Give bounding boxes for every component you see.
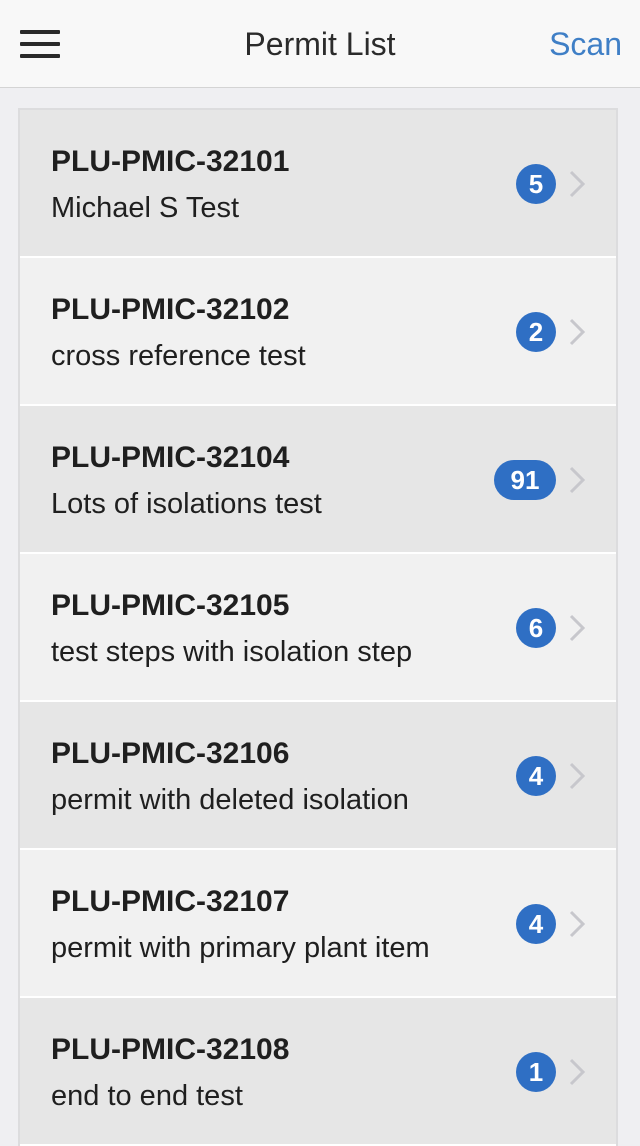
count-badge: 6 (516, 608, 556, 648)
chevron-right-icon (569, 762, 586, 790)
permit-id: PLU-PMIC-32106 (51, 737, 290, 770)
permit-row[interactable]: PLU-PMIC-32108 end to end test 1 (20, 998, 616, 1146)
count-badge: 4 (516, 756, 556, 796)
permit-description: cross reference test (51, 340, 306, 372)
permit-id: PLU-PMIC-32108 (51, 1033, 290, 1066)
nav-bar: Permit List Scan (0, 0, 640, 88)
permit-description: Lots of isolations test (51, 488, 322, 520)
permit-description: Michael S Test (51, 192, 240, 224)
permit-row[interactable]: PLU-PMIC-32101 Michael S Test 5 (20, 110, 616, 258)
permit-row[interactable]: PLU-PMIC-32106 permit with deleted isola… (20, 702, 616, 850)
permit-description: permit with deleted isolation (51, 784, 409, 816)
permit-id: PLU-PMIC-32105 (51, 589, 290, 622)
chevron-right-icon (569, 318, 586, 346)
permit-row[interactable]: PLU-PMIC-32105 test steps with isolation… (20, 554, 616, 702)
permit-description: end to end test (51, 1080, 243, 1112)
count-badge: 91 (494, 460, 556, 500)
permit-description: test steps with isolation step (51, 636, 413, 668)
permit-id: PLU-PMIC-32104 (51, 441, 290, 474)
permit-list: PLU-PMIC-32101 Michael S Test 5 PLU-PMIC… (18, 108, 618, 1146)
permit-row[interactable]: PLU-PMIC-32107 permit with primary plant… (20, 850, 616, 998)
count-badge: 5 (516, 164, 556, 204)
chevron-right-icon (569, 614, 586, 642)
chevron-right-icon (569, 466, 586, 494)
count-badge: 2 (516, 312, 556, 352)
permit-row[interactable]: PLU-PMIC-32102 cross reference test 2 (20, 258, 616, 406)
scan-button[interactable]: Scan (549, 24, 622, 64)
count-badge: 1 (516, 1052, 556, 1092)
permit-row[interactable]: PLU-PMIC-32104 Lots of isolations test 9… (20, 406, 616, 554)
chevron-right-icon (569, 170, 586, 198)
count-badge: 4 (516, 904, 556, 944)
page-title: Permit List (244, 26, 396, 62)
chevron-right-icon (569, 1058, 586, 1086)
chevron-right-icon (569, 910, 586, 938)
permit-id: PLU-PMIC-32101 (51, 145, 290, 178)
permit-description: permit with primary plant item (51, 932, 430, 964)
permit-id: PLU-PMIC-32102 (51, 293, 290, 326)
permit-id: PLU-PMIC-32107 (51, 885, 290, 918)
